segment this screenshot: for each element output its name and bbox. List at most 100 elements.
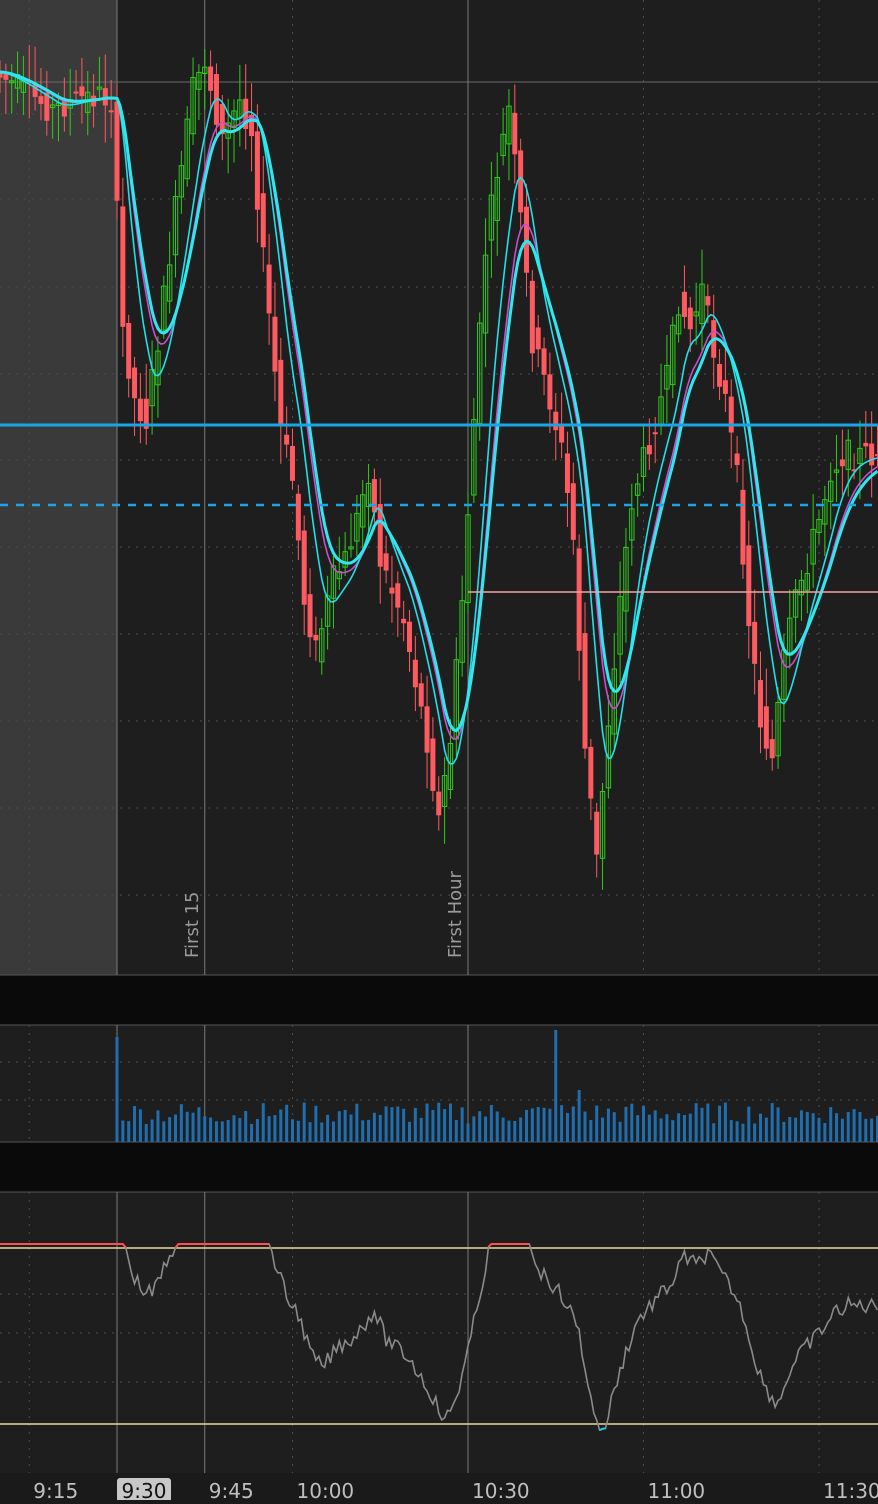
volume-bar [806, 1112, 809, 1142]
candle-body [559, 424, 564, 443]
volume-bar [747, 1107, 750, 1142]
marker-label-first15: First 15 [182, 891, 203, 958]
volume-bar [361, 1120, 364, 1142]
candle-body [717, 364, 722, 387]
candle-body [565, 453, 570, 492]
volume-bar [730, 1120, 733, 1142]
volume-bar [127, 1121, 130, 1142]
volume-bar [168, 1117, 171, 1142]
candle-body [869, 444, 874, 466]
volume-bar [414, 1108, 417, 1142]
candle-body [594, 812, 599, 855]
volume-bar [461, 1107, 464, 1142]
volume-bar [355, 1104, 358, 1142]
candle-body [688, 308, 693, 330]
volume-bar [332, 1121, 335, 1142]
volume-bar [624, 1107, 627, 1142]
volume-bar [543, 1108, 546, 1142]
volume-bar [642, 1106, 645, 1142]
volume-bar [320, 1122, 323, 1142]
volume-bar [443, 1109, 446, 1142]
time-label: 9:30 [122, 1479, 167, 1500]
volume-bar [858, 1112, 861, 1142]
volume-bar [385, 1106, 388, 1142]
volume-bar [116, 1037, 119, 1142]
volume-bar [759, 1114, 762, 1142]
candle-body [407, 622, 412, 652]
volume-bar [677, 1113, 680, 1142]
volume-bar [741, 1124, 744, 1142]
candle-body [255, 131, 260, 209]
volume-bar [589, 1120, 592, 1142]
candle-body [62, 100, 67, 117]
candle-body [588, 747, 593, 799]
volume-bar [613, 1112, 616, 1142]
candle-body [296, 494, 301, 541]
volume-bar [607, 1109, 610, 1142]
time-label: 9:45 [209, 1479, 254, 1500]
volume-bar [367, 1120, 370, 1142]
volume-bar [578, 1090, 581, 1142]
volume-bar [303, 1103, 306, 1142]
candle-body [840, 459, 845, 466]
volume-bar [431, 1110, 434, 1142]
volume-bar [502, 1118, 505, 1142]
volume-bar [619, 1122, 622, 1142]
candle-body [126, 323, 131, 379]
candle-body [395, 583, 400, 607]
volume-bar [338, 1111, 341, 1142]
volume-bar [671, 1120, 674, 1142]
volume-bar [478, 1111, 481, 1142]
candle-body [583, 633, 588, 749]
candle-body [120, 206, 125, 326]
candle-body [740, 490, 745, 565]
candle-body [401, 619, 406, 623]
volume-bar [818, 1118, 821, 1142]
candle-body [752, 622, 757, 664]
candle-body [372, 479, 377, 512]
candle-body [74, 92, 79, 94]
volume-bar [683, 1115, 686, 1142]
candle-body [530, 281, 535, 353]
candle-body [542, 348, 547, 374]
volume-bar [665, 1114, 668, 1142]
volume-bar [145, 1124, 148, 1142]
volume-bar [396, 1106, 399, 1142]
volume-bar [777, 1107, 780, 1142]
volume-bar [472, 1116, 475, 1142]
candle-body [735, 453, 740, 465]
volume-bar [449, 1104, 452, 1142]
volume-bar [695, 1103, 698, 1142]
time-label: 10:30 [472, 1479, 530, 1500]
candle-body [138, 399, 143, 421]
volume-bar [507, 1121, 510, 1142]
volume-bar [841, 1119, 844, 1142]
volume-bar [812, 1113, 815, 1142]
volume-bar [215, 1121, 218, 1142]
volume-bar [765, 1118, 768, 1142]
candle-body [389, 588, 394, 594]
volume-bar [455, 1120, 458, 1142]
volume-bar [209, 1118, 212, 1142]
chart-svg: First 15First Hour9:159:309:4510:0010:30… [0, 0, 878, 1500]
volume-bar [689, 1114, 692, 1142]
candle-body [436, 792, 441, 816]
volume-bar [162, 1121, 165, 1142]
volume-bar [566, 1113, 569, 1142]
candle-body [518, 150, 523, 212]
volume-bar [630, 1104, 633, 1142]
volume-bar [402, 1109, 405, 1142]
volume-bar [660, 1118, 663, 1142]
volume-bar [192, 1113, 195, 1142]
volume-bar [121, 1120, 124, 1142]
volume-bar [279, 1110, 282, 1142]
candle-body [38, 96, 43, 104]
volume-bar [724, 1103, 727, 1142]
volume-bar [197, 1107, 200, 1142]
candle-body [313, 635, 318, 640]
volume-bar [496, 1111, 499, 1142]
candle-body [729, 397, 734, 433]
panel-separator-2 [0, 1142, 878, 1192]
volume-bar [373, 1113, 376, 1142]
time-label: 11:00 [648, 1479, 706, 1500]
